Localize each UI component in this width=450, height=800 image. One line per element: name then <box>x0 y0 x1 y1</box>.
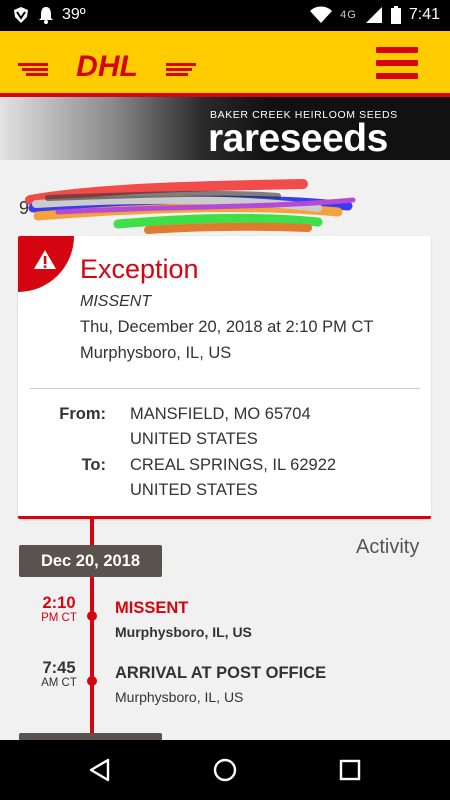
vpn-shield-icon <box>14 7 28 23</box>
from-address-line2: UNITED STATES <box>130 430 258 448</box>
redaction-scribble <box>25 179 356 234</box>
event-time: 2:10 <box>42 594 76 612</box>
wifi-icon <box>310 6 333 23</box>
dhl-logo-text: DHL <box>76 51 138 79</box>
status-datetime: Thu, December 20, 2018 at 2:10 PM CT <box>80 318 374 336</box>
menu-bar-icon <box>376 47 418 53</box>
android-nav-bar <box>0 740 450 800</box>
notification-bell-icon <box>39 7 53 24</box>
event-time: 7:45 <box>42 659 76 677</box>
menu-bar-icon <box>376 60 418 66</box>
battery-icon <box>390 6 401 24</box>
from-address-line1: MANSFIELD, MO 65704 <box>130 405 311 423</box>
to-address-line2: UNITED STATES <box>130 481 258 499</box>
merchant-banner: BAKER CREEK HEIRLOOM SEEDS rareseeds <box>0 97 450 160</box>
to-label: To: <box>81 456 106 474</box>
shipment-status-card: Exception MISSENT Thu, December 20, 2018… <box>18 236 431 519</box>
back-triangle-icon[interactable] <box>86 756 114 784</box>
dhl-logo[interactable]: DHL <box>18 51 196 79</box>
status-location: Murphysboro, IL, US <box>80 344 232 362</box>
temperature-text: 39º <box>62 6 86 23</box>
warning-corner <box>18 236 74 292</box>
dhl-header: DHL <box>0 31 450 97</box>
merchant-brand: rareseeds <box>208 117 388 160</box>
status-subtitle: MISSENT <box>80 293 152 310</box>
event-ampm: PM CT <box>41 612 77 624</box>
network-type: 4G <box>340 9 357 21</box>
event-title: ARRIVAL AT POST OFFICE <box>115 664 327 682</box>
menu-bar-icon <box>376 73 418 79</box>
from-label: From: <box>59 405 106 423</box>
to-address-line1: CREAL SPRINGS, IL 62922 <box>130 456 337 474</box>
cell-signal-icon <box>365 7 382 23</box>
event-dot <box>87 676 97 686</box>
status-title: Exception <box>80 254 199 284</box>
event-title: MISSENT <box>115 599 189 617</box>
clock-text: 7:41 <box>408 6 440 23</box>
event-location: Murphysboro, IL, US <box>115 624 252 640</box>
event-ampm: AM CT <box>41 677 77 689</box>
status-bar: 39º 4G 7:41 <box>0 0 450 31</box>
event-location: Murphysboro, IL, US <box>115 689 244 705</box>
event-dot <box>87 611 97 621</box>
menu-button[interactable] <box>376 47 418 79</box>
home-circle-icon[interactable] <box>211 756 239 784</box>
card-divider <box>30 388 420 389</box>
activity-heading: Activity <box>356 536 420 558</box>
activity-date-chip: Dec 20, 2018 <box>19 545 162 577</box>
recents-square-icon[interactable] <box>336 756 364 784</box>
